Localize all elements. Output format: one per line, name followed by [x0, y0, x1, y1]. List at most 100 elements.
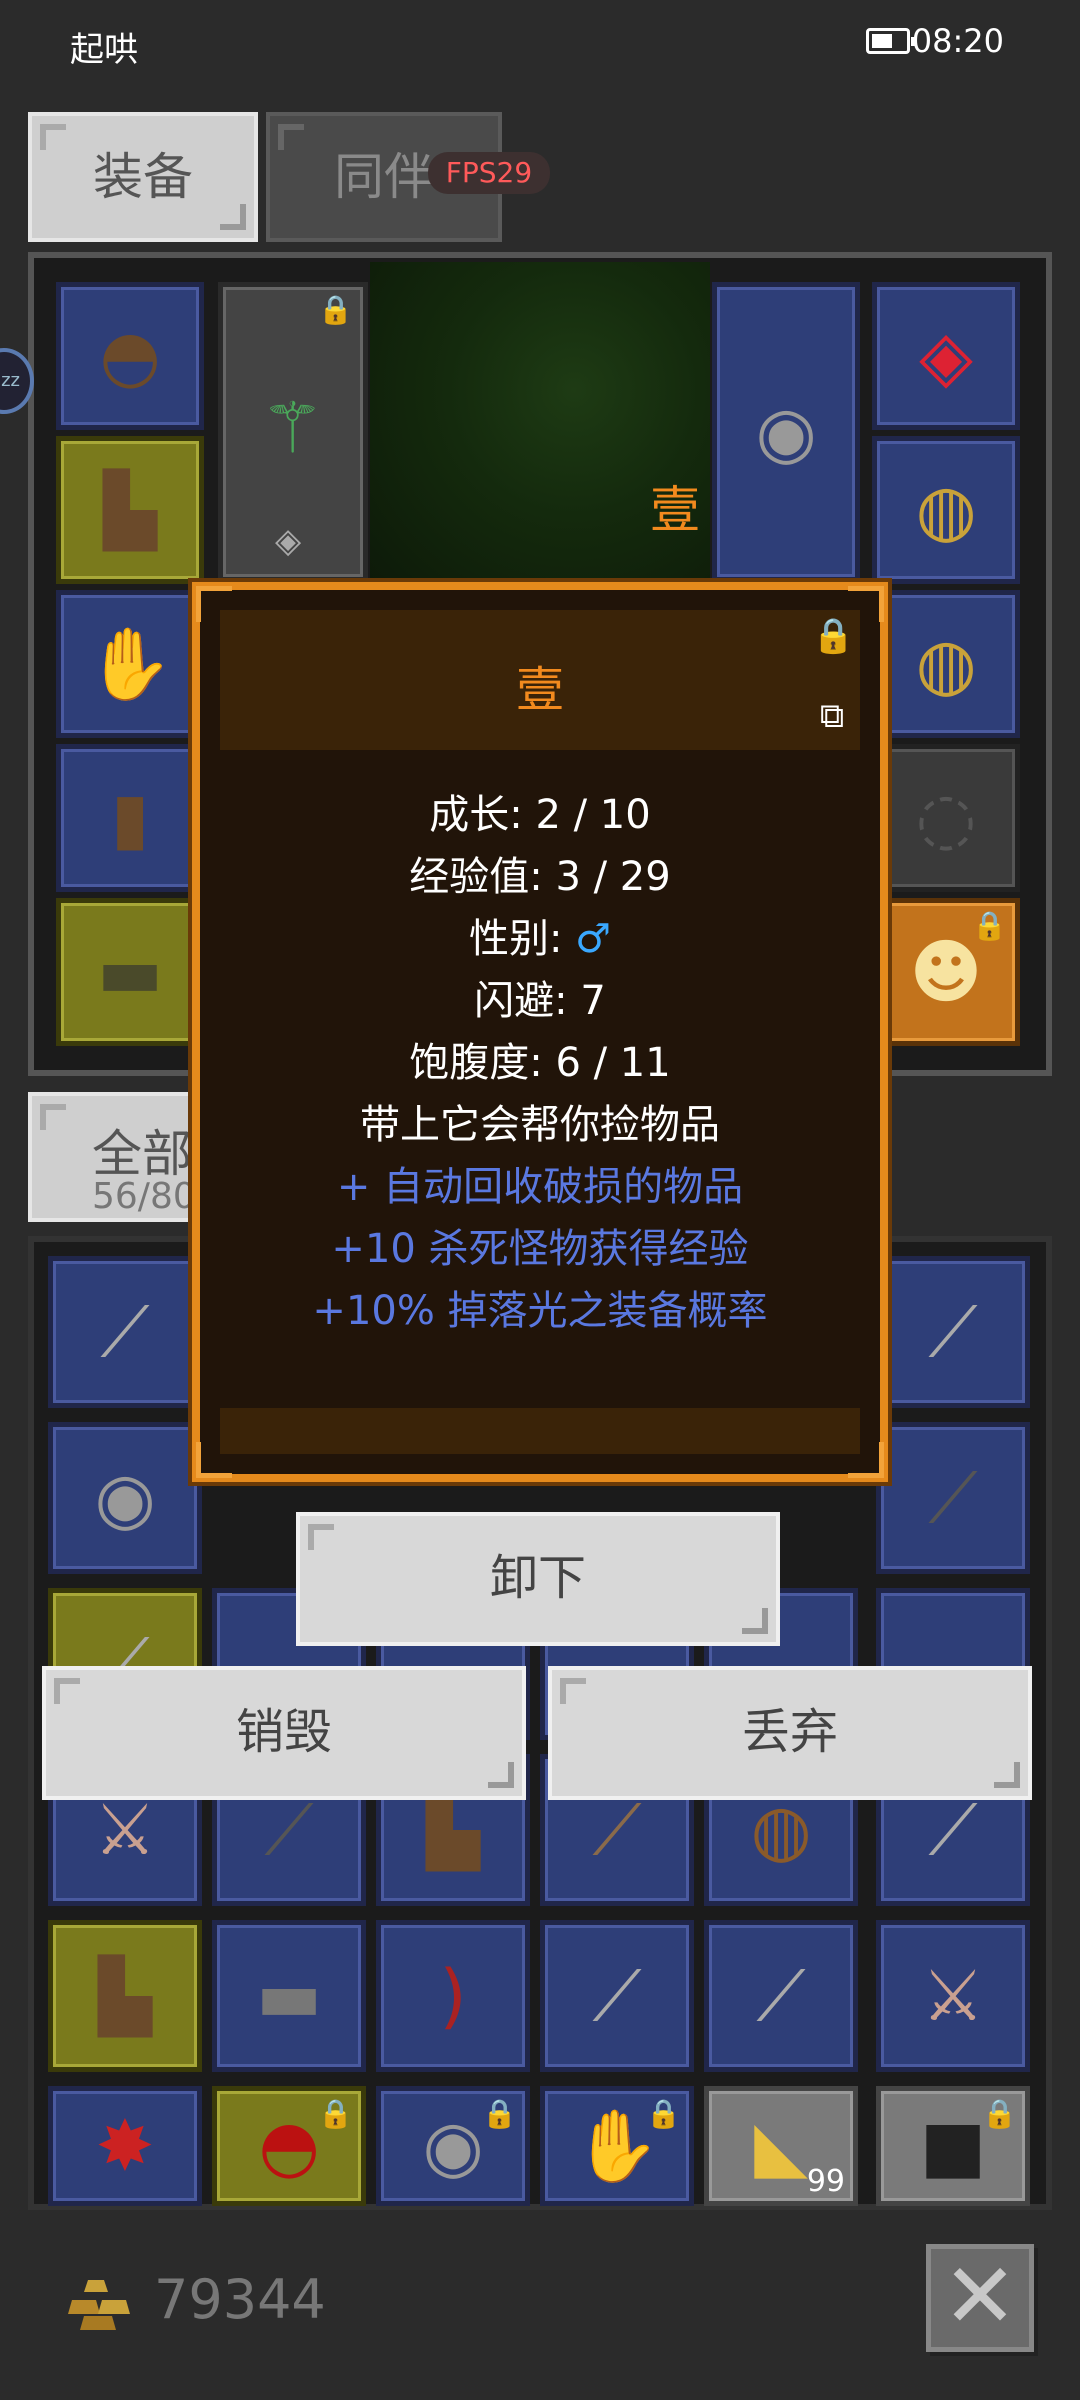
inventory-slot[interactable]: ▬	[212, 1920, 366, 2072]
companion-slot[interactable]: 🔒 ☻	[872, 898, 1020, 1046]
inventory-filter-tab[interactable]: 全部 56/80	[28, 1092, 198, 1222]
wand-icon: ⚚	[261, 387, 324, 469]
inventory-slot[interactable]: ⚔	[876, 1920, 1030, 2072]
helmet-slot[interactable]: ◓	[56, 282, 204, 430]
mace-icon: ⟋	[264, 1789, 314, 1871]
cheese-icon: ◣	[754, 2105, 808, 2187]
destroy-button[interactable]: 销毁	[42, 1666, 526, 1800]
staff-icon: ⟋	[592, 1789, 642, 1871]
boots-slot[interactable]: ▮	[56, 744, 204, 892]
battery-icon	[866, 28, 916, 54]
flail-icon: ✸	[95, 2105, 155, 2187]
boots-icon: ▮	[110, 777, 150, 859]
bow-icon: )	[439, 1955, 467, 2037]
item-tooltip: 🔒 ⧉ 壹 成长: 2 / 10 经验值: 3 / 29 性别: ♂ 闪避: 7…	[192, 582, 888, 1482]
lock-icon: 🔒	[982, 2097, 1017, 2130]
belt-icon: ▬	[96, 931, 164, 1013]
stat-growth: 成长: 2 / 10	[429, 792, 651, 838]
gold-amount: 79344	[154, 2268, 326, 2331]
stack-count: 99	[806, 2164, 845, 2199]
tooltip-description: 带上它会帮你捡物品	[360, 1102, 720, 1148]
gloves-icon: ✋	[86, 623, 174, 705]
inventory-slot[interactable]: 🔒 ◉	[376, 2086, 530, 2206]
amulet-slot[interactable]: ◈	[872, 282, 1020, 430]
male-icon: ♂	[575, 916, 612, 962]
weapon-slot[interactable]: 🔒 ⚚ ◈	[218, 282, 368, 582]
shield-icon: ◉	[422, 2105, 484, 2187]
helmet-icon: ◓	[258, 2105, 320, 2187]
tab-companion-label: 同伴	[334, 148, 434, 206]
armor-icon: ▙	[98, 1955, 152, 2037]
inventory-slot[interactable]: ▙	[48, 1920, 202, 2072]
inventory-slot[interactable]: ⟋	[704, 1920, 858, 2072]
ring-icon: ◍	[915, 469, 977, 551]
shield-icon: ◉	[755, 391, 817, 473]
inventory-slot[interactable]: ⟋	[876, 1256, 1030, 1408]
discard-label: 丢弃	[741, 1704, 838, 1760]
dagger-icon: ⟋	[592, 1955, 642, 2037]
ring-icon: ◍	[915, 623, 977, 705]
mace-icon: ⟋	[928, 1457, 978, 1539]
companion-icon: ☻	[909, 931, 983, 1013]
gem-socket-icon: ◈	[275, 521, 302, 561]
app-name: 起哄	[70, 30, 138, 70]
offhand-slot[interactable]: ◉	[712, 282, 860, 582]
discard-button[interactable]: 丢弃	[548, 1666, 1032, 1800]
stat-dodge: 闪避: 7	[474, 978, 606, 1024]
sword-icon: ⚔	[93, 1789, 157, 1871]
stat-gender: 性别: ♂	[468, 916, 612, 962]
armor-icon: ▙	[426, 1789, 480, 1871]
inventory-slot[interactable]: 🔒 ■	[876, 2086, 1030, 2206]
ring-slot-2[interactable]: ◍	[872, 590, 1020, 738]
stat-experience: 经验值: 3 / 29	[409, 854, 671, 900]
dagger-icon: ⟋	[928, 1291, 978, 1373]
gloves-slot[interactable]: ✋	[56, 590, 204, 738]
close-icon: ✕	[942, 2244, 1018, 2349]
ring-slot-1[interactable]: ◍	[872, 436, 1020, 584]
amulet-icon: ◈	[919, 315, 973, 397]
status-bar: 起哄 08:20	[0, 0, 1080, 90]
artifact-slot[interactable]: ◌	[872, 744, 1020, 892]
destroy-label: 销毁	[235, 1704, 332, 1760]
bonus-light-drop: +10% 掉落光之装备概率	[312, 1288, 768, 1334]
armor-icon: ▙	[103, 469, 157, 551]
dagger-icon: ⟋	[928, 1789, 978, 1871]
inventory-slot[interactable]: ⟋	[48, 1256, 202, 1408]
belt-slot[interactable]: ▬	[56, 898, 204, 1046]
dagger-icon: ⟋	[100, 1291, 150, 1373]
lock-icon: 🔒	[318, 2097, 353, 2130]
lock-icon: 🔒	[318, 293, 353, 326]
clock: 08:20	[911, 22, 1004, 60]
belt-icon: ▬	[255, 1955, 323, 2037]
dagger-icon: ⟋	[756, 1955, 806, 2037]
companion-name-tag: 壹	[650, 481, 700, 539]
unequip-button[interactable]: 卸下	[296, 1512, 780, 1646]
empty-slot-icon: ◌	[915, 777, 977, 859]
inventory-slot[interactable]: ⟋	[876, 1422, 1030, 1574]
inventory-slot[interactable]: ⟋	[540, 1920, 694, 2072]
inventory-slot[interactable]: 🔒 ◓	[212, 2086, 366, 2206]
helmet-icon: ◓	[99, 315, 161, 397]
inventory-slot[interactable]: ✸	[48, 2086, 202, 2206]
inventory-slot[interactable]: 🔒 ✋	[540, 2086, 694, 2206]
inventory-slot[interactable]: ◣ 99	[704, 2086, 858, 2206]
tab-equipment-label: 装备	[93, 148, 193, 206]
round-shield-icon: ◍	[750, 1789, 812, 1871]
gloves-icon: ✋	[573, 2105, 661, 2187]
fps-counter: FPS29	[428, 152, 550, 194]
sword-icon: ⚔	[921, 1955, 985, 2037]
tab-equipment[interactable]: 装备	[28, 112, 258, 242]
unequip-label: 卸下	[489, 1550, 586, 1606]
armor-slot[interactable]: ▙	[56, 436, 204, 584]
gold-coins-icon	[68, 2280, 130, 2330]
lock-icon: 🔒	[482, 2097, 517, 2130]
shield-icon: ◉	[94, 1457, 156, 1539]
inventory-slot[interactable]: )	[376, 1920, 530, 2072]
stat-satiety: 饱腹度: 6 / 11	[409, 1040, 671, 1086]
ore-icon: ■	[919, 2105, 987, 2187]
tooltip-title: 壹	[515, 662, 564, 718]
inventory-slot[interactable]: ◉	[48, 1422, 202, 1574]
close-button[interactable]: ✕	[926, 2244, 1034, 2352]
bonus-auto-recycle: + 自动回收破损的物品	[336, 1164, 744, 1210]
bonus-kill-exp: +10 杀死怪物获得经验	[331, 1226, 749, 1272]
